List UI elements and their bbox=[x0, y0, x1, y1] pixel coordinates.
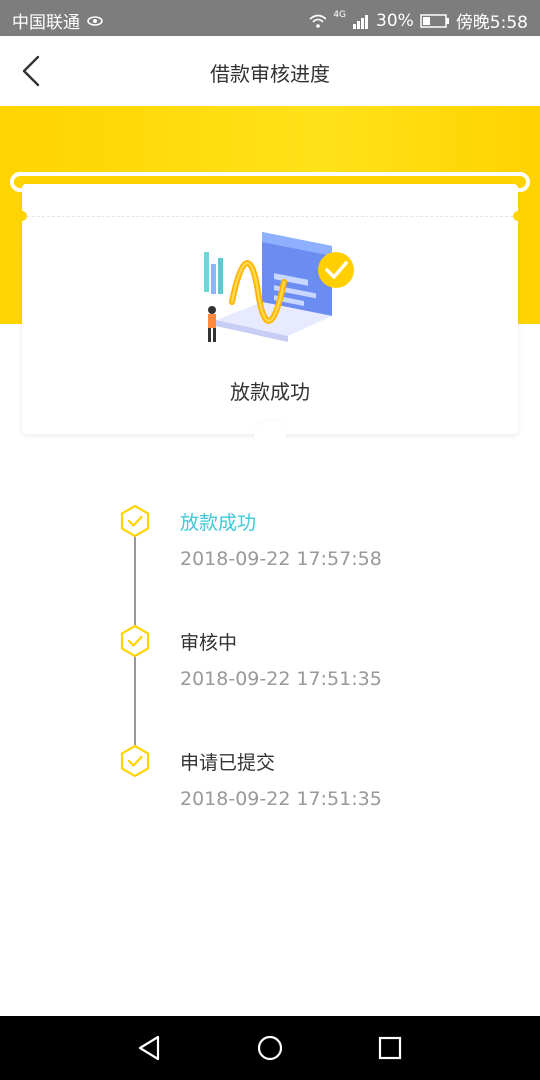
timeline-item: 申请已提交 2018-09-22 17:51:35 bbox=[0, 732, 540, 822]
timeline-item: 放款成功 2018-09-22 17:57:58 bbox=[0, 492, 540, 582]
timeline-label: 放款成功 bbox=[180, 512, 257, 534]
system-nav-bar bbox=[0, 1016, 540, 1080]
network-type: 4G bbox=[333, 9, 347, 20]
timeline-label: 申请已提交 bbox=[180, 752, 276, 774]
hexagon-check-icon bbox=[120, 744, 150, 778]
battery-percent: 30% bbox=[376, 10, 414, 31]
timeline-time: 2018-09-22 17:57:58 bbox=[180, 548, 382, 570]
eye-icon bbox=[87, 15, 103, 26]
circle-home-icon[interactable] bbox=[254, 1032, 286, 1064]
status-card: 放款成功 bbox=[17, 184, 523, 448]
app-header: 借款审核进度 bbox=[0, 36, 540, 106]
timeline-item: 审核中 2018-09-22 17:51:35 bbox=[0, 612, 540, 702]
triangle-back-icon[interactable] bbox=[134, 1032, 166, 1064]
card-notch-left bbox=[17, 211, 27, 221]
timeline-time: 2018-09-22 17:51:35 bbox=[180, 788, 382, 810]
clock: 傍晚5:58 bbox=[455, 13, 528, 33]
progress-timeline: 放款成功 2018-09-22 17:57:58 审核中 2018-09-22 … bbox=[0, 480, 540, 840]
timeline-label: 审核中 bbox=[180, 632, 238, 654]
loan-success-illustration bbox=[204, 232, 354, 342]
battery-icon bbox=[420, 13, 449, 28]
page-title: 借款审核进度 bbox=[210, 62, 330, 86]
hexagon-check-icon bbox=[120, 504, 150, 538]
status-bar: 中国联通 4G 30% 傍晚5:58 bbox=[0, 0, 540, 36]
tear-line bbox=[22, 216, 518, 217]
signal-icon bbox=[353, 14, 369, 29]
card-notch-right bbox=[513, 211, 523, 221]
card-bottom-notch bbox=[254, 420, 286, 448]
carrier-name: 中国联通 bbox=[12, 13, 80, 33]
hexagon-check-icon bbox=[120, 624, 150, 658]
wifi-icon bbox=[309, 14, 327, 28]
timeline-time: 2018-09-22 17:51:35 bbox=[180, 668, 382, 690]
square-recent-icon[interactable] bbox=[374, 1032, 406, 1064]
status-title: 放款成功 bbox=[230, 380, 310, 404]
